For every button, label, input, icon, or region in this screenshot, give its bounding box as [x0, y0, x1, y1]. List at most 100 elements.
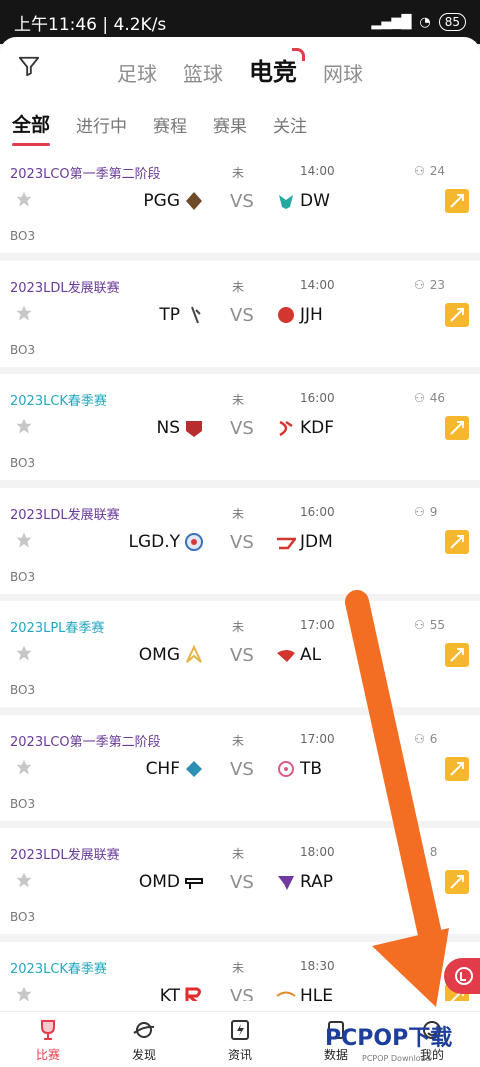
- match-card[interactable]: 2023LDL发展联赛 未 14:00 ⚇ 23 TP VS JJH BO3: [0, 260, 480, 367]
- match-status: 未: [232, 393, 245, 407]
- away-team-logo-icon: [279, 420, 293, 437]
- tab-schedule[interactable]: 赛程: [153, 112, 187, 137]
- nav-matches-label: 比赛: [35, 1048, 60, 1062]
- favorite-star-icon[interactable]: [15, 758, 33, 776]
- viewers-count: ⚇ 23: [414, 278, 445, 292]
- match-card[interactable]: 2023LCK春季赛 未 18:30 KT VS HLE: [0, 941, 480, 1002]
- tab-basketball[interactable]: 篮球: [183, 58, 223, 87]
- match-detail-icon[interactable]: [445, 529, 469, 554]
- best-of-label: BO3: [10, 796, 36, 811]
- league-name: 2023LDL发展联赛: [10, 280, 120, 296]
- favorite-star-icon[interactable]: [15, 531, 33, 549]
- home-team-logo-icon: [184, 987, 201, 1001]
- match-detail-icon[interactable]: [445, 416, 469, 440]
- favorite-star-icon[interactable]: [15, 304, 33, 322]
- favorite-star-icon[interactable]: [15, 985, 33, 1002]
- match-card[interactable]: 2023LCO第一季第二阶段 未 17:00 ⚇ 6 CHF VS TB BO3: [0, 714, 480, 821]
- wifi-icon: ◔: [419, 14, 431, 30]
- vs-label: VS: [230, 531, 254, 553]
- match-detail-icon[interactable]: [445, 756, 469, 781]
- match-card[interactable]: 2023LDL发展联赛 未 16:00 ⚇ 9 LGD.Y VS JDM BO3: [0, 487, 480, 594]
- away-team-logo-icon: [278, 306, 294, 323]
- match-detail-icon[interactable]: [445, 189, 469, 213]
- tab-followed[interactable]: 关注: [273, 112, 307, 137]
- viewers-count: ⚇ 24: [414, 164, 445, 178]
- match-detail-icon[interactable]: [445, 643, 469, 667]
- league-name: 2023LPL春季赛: [10, 621, 105, 636]
- tab-all[interactable]: 全部: [12, 110, 51, 146]
- match-time: 18:00: [300, 845, 335, 859]
- nav-news[interactable]: 资讯: [210, 1018, 270, 1063]
- viewer-number: 9: [429, 504, 438, 519]
- league-name: 2023LDL发展联赛: [10, 848, 120, 863]
- match-status: 未: [232, 279, 245, 294]
- people-icon: ⚇: [414, 845, 425, 859]
- tab-esports[interactable]: 电竞: [249, 48, 305, 87]
- filter-icon[interactable]: [18, 55, 40, 77]
- league-name: 2023LCK春季赛: [10, 961, 107, 977]
- vs-label: VS: [230, 985, 254, 1002]
- match-time: 16:00: [300, 391, 335, 405]
- away-team-logo-icon: [276, 991, 296, 997]
- planet-icon: [133, 1022, 155, 1038]
- match-status: 未: [232, 847, 245, 861]
- app-screen: 足球 篮球 电竞 网球 全部 进行中 赛程 赛果 关注 2023LCO第一季第二…: [0, 37, 480, 1067]
- tab-tennis[interactable]: 网球: [323, 58, 363, 87]
- match-detail-icon[interactable]: [445, 302, 469, 327]
- live-icon: [455, 967, 473, 985]
- away-team-logo-icon: [277, 650, 295, 662]
- away-team-name: AL: [300, 645, 322, 665]
- top-navigation: 足球 篮球 电竞 网球: [0, 37, 480, 97]
- home-team-logo-icon: [186, 192, 202, 210]
- people-icon: ⚇: [414, 391, 425, 405]
- match-card[interactable]: 2023LCK春季赛 未 16:00 ⚇ 46 NS VS KDF BO3: [0, 374, 480, 480]
- best-of-label: BO3: [10, 910, 36, 924]
- vs-label: VS: [230, 304, 254, 326]
- viewer-number: 46: [429, 391, 446, 405]
- viewers-count: ⚇ 8: [414, 845, 437, 859]
- nav-matches[interactable]: 比赛: [18, 1018, 78, 1063]
- match-card[interactable]: 2023LPL春季赛 未 17:00 ⚇ 55 OMG VS AL BO3: [0, 601, 480, 707]
- people-icon: ⚇: [414, 277, 425, 292]
- viewers-count: ⚇ 6: [414, 732, 437, 746]
- match-list: 2023LCO第一季第二阶段 未 14:00 ⚇ 24 PGG VS DW BO3…: [0, 147, 480, 1001]
- match-status: 未: [232, 733, 245, 748]
- favorite-star-icon[interactable]: [15, 190, 33, 208]
- tab-football[interactable]: 足球: [117, 58, 157, 87]
- home-team-name: LGD.Y: [128, 531, 180, 552]
- match-detail-icon[interactable]: [445, 870, 469, 894]
- people-icon: ⚇: [414, 164, 425, 178]
- viewers-count: ⚇ 46: [414, 391, 445, 405]
- vs-label: VS: [230, 418, 254, 439]
- match-card[interactable]: 2023LDL发展联赛 未 18:00 ⚇ 8 OMD VS RAP BO3: [0, 828, 480, 934]
- match-time: 18:30: [300, 958, 335, 973]
- tab-results[interactable]: 赛果: [213, 112, 247, 137]
- nav-news-label: 资讯: [227, 1048, 252, 1062]
- floating-live-button[interactable]: [444, 958, 480, 994]
- league-name: 2023LDL发展联赛: [10, 507, 120, 523]
- match-status: 未: [232, 166, 245, 180]
- home-team-name: CHF: [145, 758, 180, 779]
- status-left: 上午11:46 | 4.2K/s: [14, 14, 167, 35]
- away-team-logo-icon: [279, 195, 293, 209]
- match-status: 未: [232, 506, 245, 521]
- match-time: 16:00: [300, 504, 335, 519]
- favorite-star-icon[interactable]: [15, 417, 33, 435]
- home-team-logo-icon: [186, 760, 202, 777]
- nav-discover[interactable]: 发现: [114, 1018, 174, 1063]
- match-time: 14:00: [300, 164, 335, 178]
- home-team-name: OMG: [138, 645, 180, 665]
- best-of-label: BO3: [10, 342, 36, 357]
- home-team-logo-icon: [185, 532, 203, 551]
- away-team-name: JDM: [300, 531, 333, 552]
- favorite-star-icon[interactable]: [15, 871, 33, 889]
- match-card[interactable]: 2023LCO第一季第二阶段 未 14:00 ⚇ 24 PGG VS DW BO3: [0, 147, 480, 253]
- people-icon: ⚇: [414, 504, 425, 519]
- tab-live[interactable]: 进行中: [76, 112, 127, 137]
- league-name: 2023LCK春季赛: [10, 394, 107, 409]
- vs-label: VS: [230, 758, 254, 780]
- favorite-star-icon[interactable]: [15, 644, 33, 662]
- best-of-label: BO3: [10, 229, 36, 243]
- home-team-logo-icon: [186, 421, 202, 437]
- away-team-name: JJH: [300, 304, 323, 325]
